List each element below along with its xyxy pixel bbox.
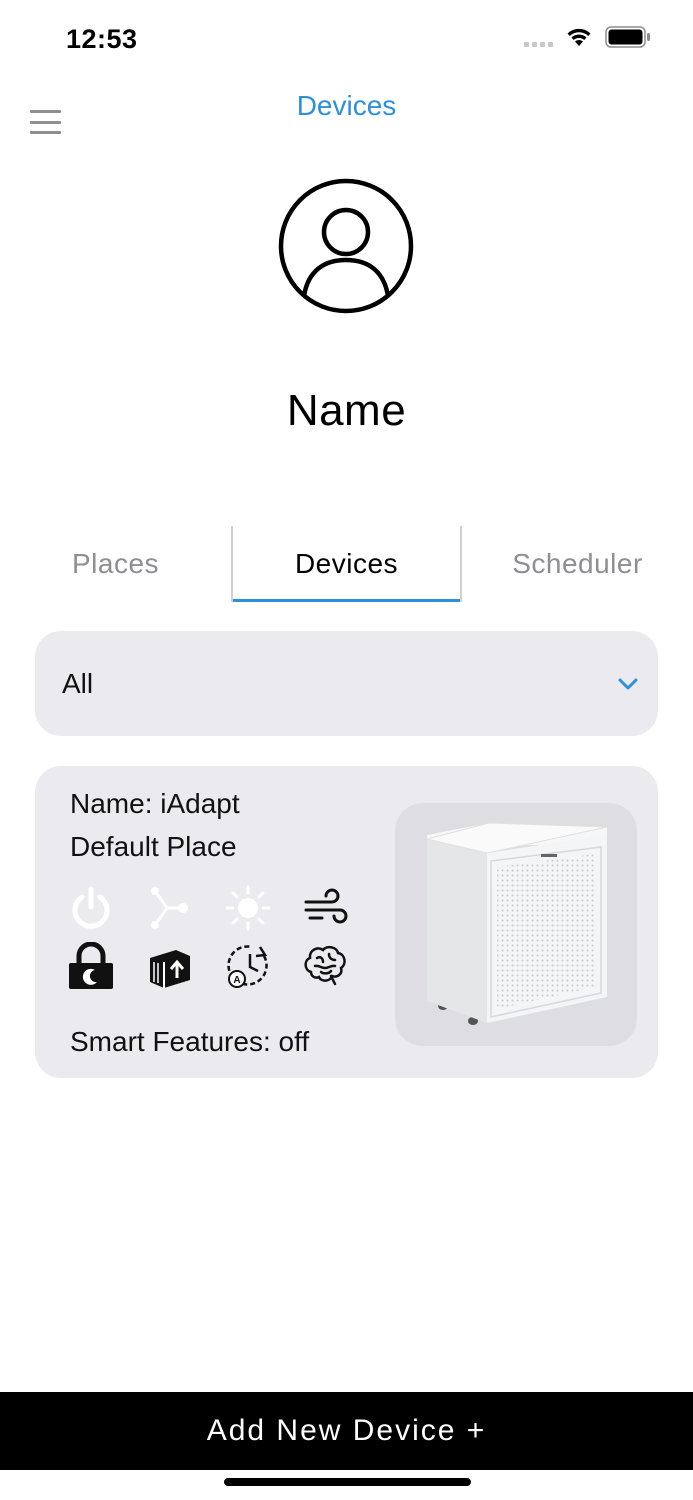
place-filter-dropdown[interactable]: All <box>35 631 658 736</box>
connection-icon[interactable] <box>146 884 194 932</box>
tab-places[interactable]: Places <box>0 526 231 602</box>
power-icon[interactable] <box>67 884 115 932</box>
smart-features-status: Smart Features: off <box>70 1026 310 1057</box>
filter-icon[interactable] <box>146 942 194 990</box>
add-new-device-button[interactable]: Add New Device + <box>0 1392 693 1470</box>
device-card[interactable]: Name: iAdapt Default Place A Smart Featu… <box>35 766 658 1078</box>
status-icons <box>524 26 651 48</box>
status-time: 12:53 <box>66 24 138 54</box>
sleep-lock-icon[interactable] <box>67 942 115 990</box>
device-name: Name: iAdapt <box>70 788 240 819</box>
svg-text:A: A <box>233 975 240 986</box>
fan-speed-icon[interactable] <box>301 884 349 932</box>
avatar[interactable] <box>278 178 414 314</box>
home-indicator <box>224 1478 471 1486</box>
auto-schedule-icon[interactable]: A <box>224 942 272 990</box>
device-image <box>395 803 637 1046</box>
page-title: Devices <box>296 90 397 121</box>
brain-icon[interactable] <box>301 942 349 990</box>
light-icon[interactable] <box>224 884 272 932</box>
tab-devices[interactable]: Devices <box>231 526 462 602</box>
wifi-icon <box>567 28 591 46</box>
filter-selected-value: All <box>62 667 94 699</box>
tab-scheduler[interactable]: Scheduler <box>462 526 693 602</box>
profile-name: Name <box>286 386 407 435</box>
chevron-down-icon <box>614 670 642 698</box>
device-place: Default Place <box>70 831 237 862</box>
battery-icon <box>605 26 650 48</box>
tab-bar: Places Devices Scheduler <box>0 526 693 602</box>
cellular-signal-icon <box>524 27 553 47</box>
